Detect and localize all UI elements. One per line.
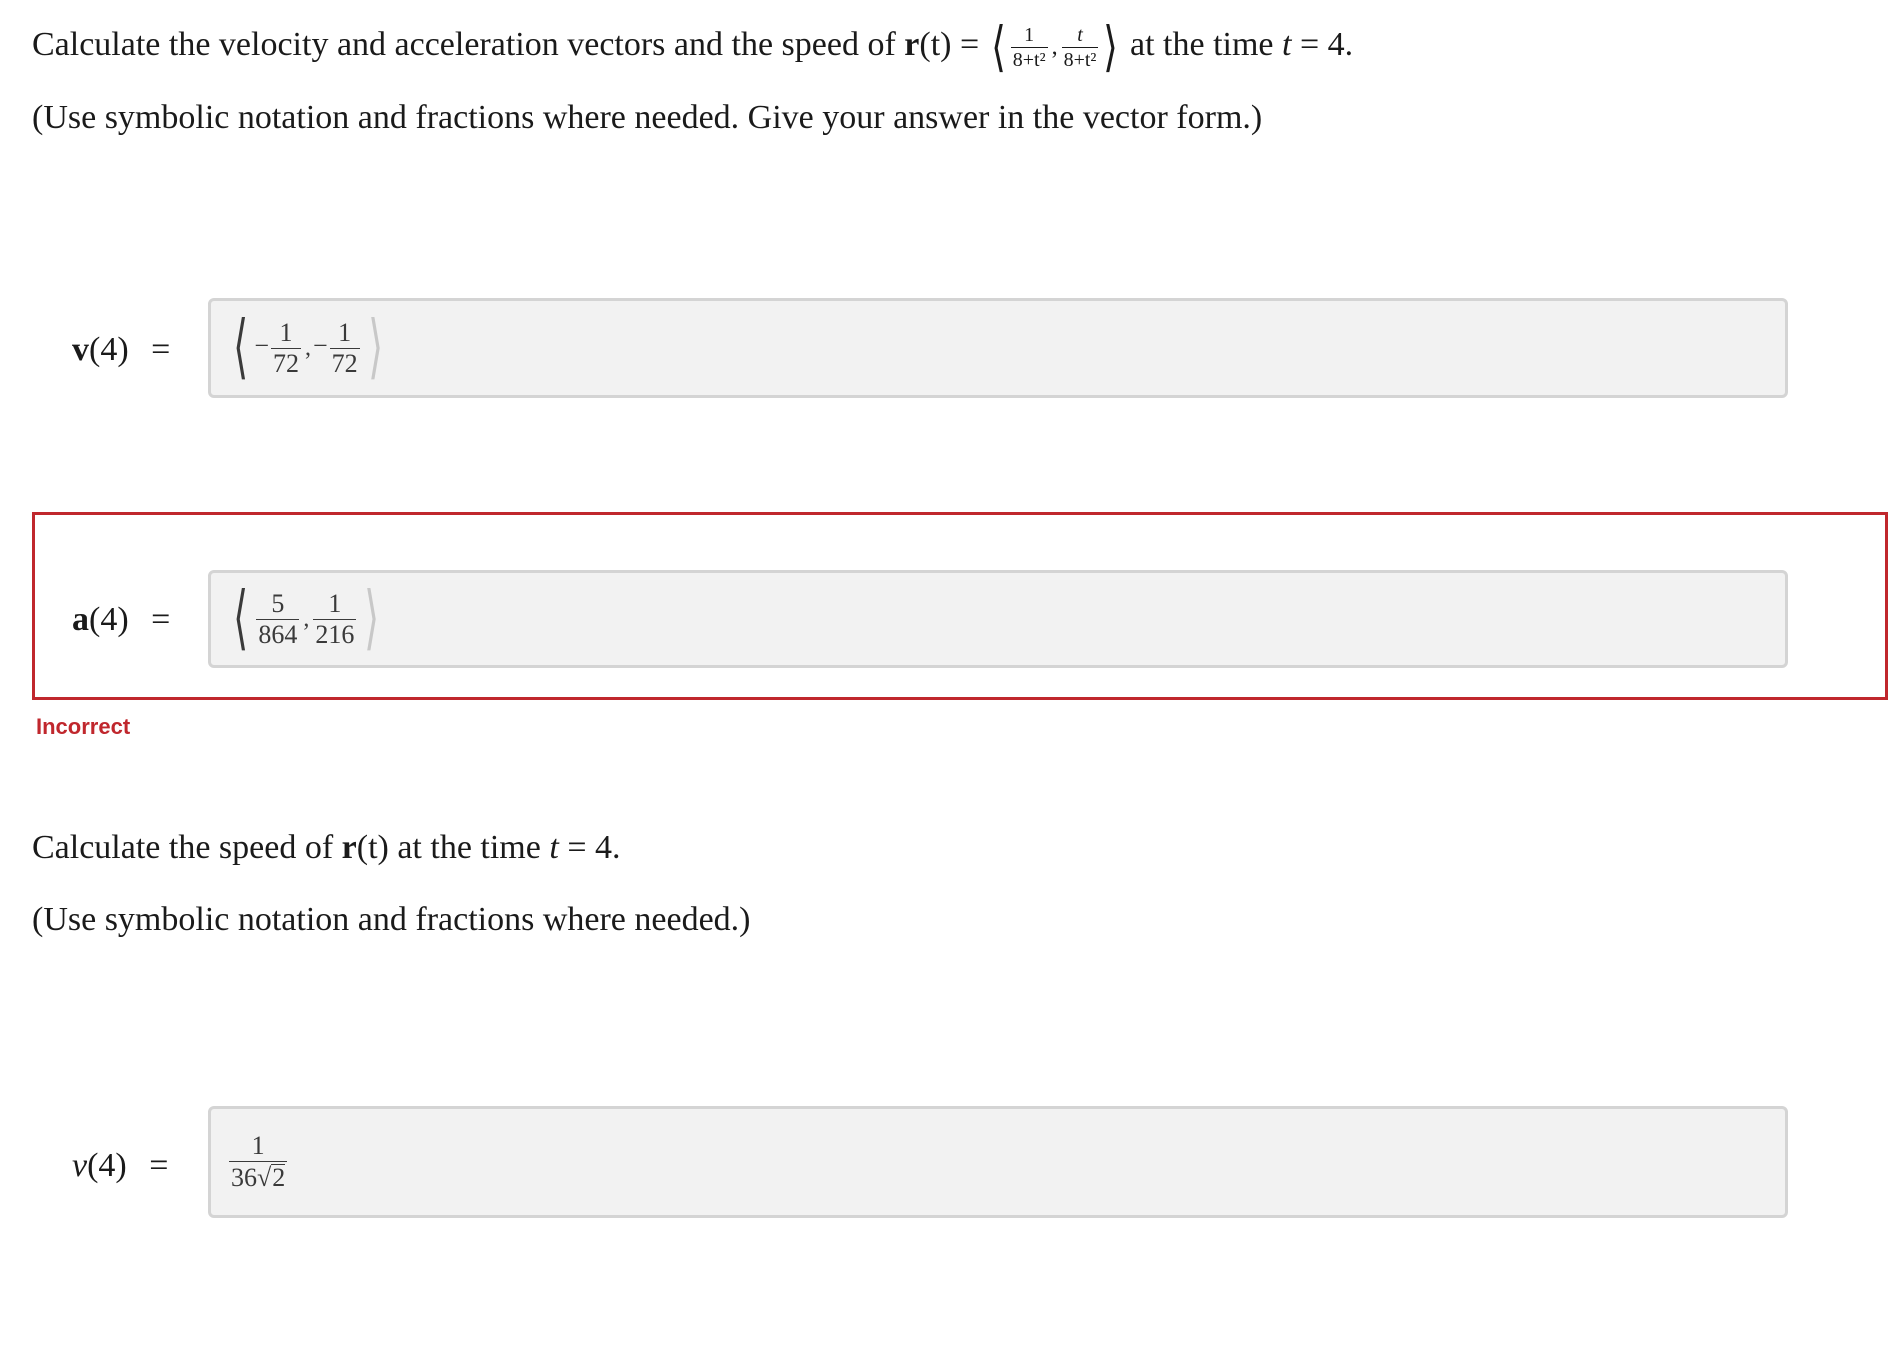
t-variable: t <box>1282 25 1292 63</box>
instruction-note-1: (Use symbolic notation and fractions whe… <box>32 99 1263 136</box>
fraction-first-component: 1 8+t² <box>1010 23 1048 71</box>
question-suffix-b: = 4. <box>1299 25 1354 63</box>
r-arg: (t) <box>919 25 952 63</box>
sqrt-symbol: √ <box>257 1163 272 1192</box>
left-angle-bracket: ⟨ <box>990 17 1006 77</box>
question-suffix-a: at the time <box>1130 25 1274 63</box>
instruction-note-2: (Use symbolic notation and fractions whe… <box>32 901 751 938</box>
acceleration-answer-field[interactable]: ⟨ 5 864, 1 216 ⟩ <box>208 570 1788 668</box>
equals-sign: = <box>959 25 980 63</box>
fraction-second-component: t 8+t² <box>1061 23 1099 71</box>
left-angle-bracket: ⟨ <box>233 309 249 386</box>
right-angle-bracket: ⟩ <box>367 309 383 386</box>
left-angle-bracket: ⟨ <box>233 580 249 657</box>
r-symbol: r <box>904 25 920 63</box>
speed-answer-value: 1 36√2 <box>229 1131 288 1192</box>
incorrect-status-label: Incorrect <box>36 714 131 739</box>
question-prefix: Calculate the velocity and acceleration … <box>32 25 896 63</box>
question-speed: Calculate the speed of r(t) at the time … <box>32 829 621 866</box>
right-angle-bracket: ⟩ <box>364 580 380 657</box>
r-symbol: r <box>341 829 357 866</box>
right-angle-bracket: ⟩ <box>1103 17 1119 77</box>
acceleration-label: a(4) = <box>72 601 171 638</box>
velocity-answer-field[interactable]: ⟨ −1 72 ,− 1 72 ⟩ <box>208 298 1788 398</box>
speed-label: v(4) = <box>72 1147 169 1184</box>
acceleration-answer-value: ⟨ 5 864, 1 216 ⟩ <box>233 580 380 657</box>
t-variable: t <box>549 829 559 866</box>
question-velocity-acceleration: Calculate the velocity and acceleration … <box>32 17 1354 77</box>
velocity-label: v(4) = <box>72 331 171 368</box>
speed-answer-field[interactable]: 1 36√2 <box>208 1106 1788 1218</box>
velocity-answer-value: ⟨ −1 72 ,− 1 72 ⟩ <box>233 309 383 386</box>
